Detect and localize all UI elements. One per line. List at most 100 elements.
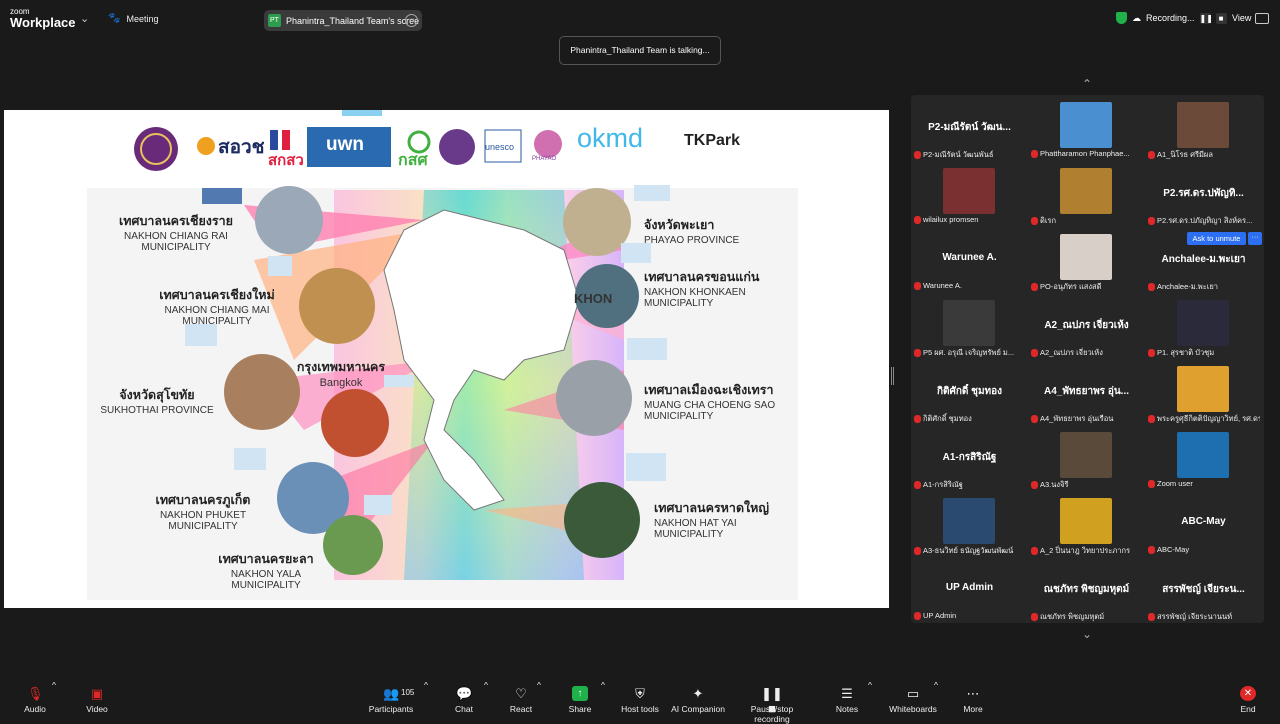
participant-tile[interactable]: A3-ธนวิทย์ ธนัญฐวัฒนพัฒน์ xyxy=(911,491,1028,557)
notes-label: Notes xyxy=(835,704,859,714)
share-label: Share xyxy=(568,704,592,714)
mic-muted-icon xyxy=(914,151,921,159)
more-icon: ⋯ xyxy=(966,686,980,701)
participant-name-label: P1. สุรชาติ บัวชุม xyxy=(1148,347,1260,359)
participant-tile[interactable]: A1_นิโรธ ศรีมีผล xyxy=(1145,95,1262,161)
ai-companion-button[interactable]: ✦ AI Companion xyxy=(670,680,726,720)
mic-muted-icon xyxy=(1031,149,1038,158)
logo-sorvor: สอวช xyxy=(218,137,265,158)
participant-name-label: พระครูศุธีกิตติปัญญาวิทย์, รศ.ดร. xyxy=(1148,413,1260,425)
participant-tile[interactable]: P5 ผศ. อรุณี เจริญทรัพย์ ม... xyxy=(911,293,1028,359)
view-layout-icon[interactable] xyxy=(1255,13,1269,24)
panel-resize-handle[interactable] xyxy=(891,367,894,385)
participant-tile[interactable]: A3.นงจิรี xyxy=(1028,425,1145,491)
logo-unesco: unesco xyxy=(485,142,515,152)
participant-video xyxy=(1177,300,1229,346)
participant-tile[interactable]: พระครูศุธีกิตติปัญญาวิทย์, รศ.ดร. xyxy=(1145,359,1262,425)
pause-recording-button[interactable]: ❚❚ ■ Pause/stop recording xyxy=(732,680,812,724)
mic-muted-icon xyxy=(1031,613,1038,621)
view-button[interactable]: View xyxy=(1232,13,1251,23)
host-tools-button[interactable]: ⛨ Host tools xyxy=(619,680,661,720)
logo-okmd: okmd xyxy=(577,123,644,153)
participant-tile[interactable]: กิติศักดิ์ ชุมทอง กิติศักดิ์ ชุมทอง xyxy=(911,359,1028,425)
participant-tile[interactable]: Zoom user xyxy=(1145,425,1262,491)
share-button[interactable]: ↑ Share xyxy=(567,680,593,720)
participant-tile[interactable]: P2.รศ.ดร.ปพัญทิ... P2.รศ.ดร.ปภัญทิญา สิงห… xyxy=(1145,161,1262,227)
participant-display-name: สรรพัชญ์ เจียระน... xyxy=(1162,584,1245,595)
video-button[interactable]: ▣ Video xyxy=(82,680,112,720)
paw-icon: 🐾 xyxy=(108,13,121,24)
notes-caret-icon[interactable]: ^ xyxy=(868,680,872,720)
participant-name-label: Anchalee-ม.พะเยา xyxy=(1148,281,1260,293)
chat-caret-icon[interactable]: ^ xyxy=(484,680,488,720)
participant-tile[interactable]: Phattharamon Phanphae... xyxy=(1028,95,1145,161)
stop-recording-icon[interactable]: ■ xyxy=(1215,12,1227,24)
shield-icon: ⛨ xyxy=(635,686,645,701)
participant-name: A_2 ปิ่นนาฎ วิทยาประภากร xyxy=(1040,546,1131,555)
mic-muted-icon xyxy=(1031,547,1038,555)
participant-video xyxy=(1060,102,1112,148)
screen-share-pill[interactable]: PT Phanintra_Thailand Team's scree ··· xyxy=(264,10,422,31)
participant-name: P5 ผศ. อรุณี เจริญทรัพย์ ม... xyxy=(923,348,1015,357)
participant-tile[interactable]: ดิเรก xyxy=(1028,161,1145,227)
participant-video xyxy=(943,300,995,346)
react-caret-icon[interactable]: ^ xyxy=(537,680,541,720)
participant-name-label: A3.นงจิรี xyxy=(1031,479,1143,491)
participant-tile[interactable]: สรรพัชญ์ เจียระน... สรรพัชญ์ เจียระนานนท์ xyxy=(1145,557,1262,623)
participant-display-name: Anchalee-ม.พะเยา xyxy=(1161,254,1246,265)
mic-muted-icon xyxy=(1031,481,1038,489)
participant-name: ABC-May xyxy=(1157,545,1190,554)
participant-name-label: PO-อนุภัทร แสงสดี xyxy=(1031,281,1143,293)
khon-label: KHON xyxy=(574,291,613,306)
scroll-up-icon[interactable]: ⌃ xyxy=(1082,77,1092,91)
scroll-down-icon[interactable]: ⌄ xyxy=(1082,627,1092,641)
ask-to-unmute-button[interactable]: Ask to unmute xyxy=(1187,232,1246,245)
participant-tile[interactable]: ณชภัทร พิชญมหุตม์ ณชภัทร พิชญมหุตม์ xyxy=(1028,557,1145,623)
participants-button[interactable]: 👥 Participants xyxy=(366,680,416,720)
chat-button[interactable]: 💬 Chat xyxy=(451,680,477,720)
share-caret-icon[interactable]: ^ xyxy=(601,680,605,720)
heart-icon: ♡ xyxy=(515,686,527,701)
participant-name: UP Admin xyxy=(923,611,957,620)
audio-button[interactable]: 🎙 Audio xyxy=(20,680,50,720)
share-label: Phanintra_Thailand Team's scree xyxy=(286,15,420,26)
participant-tile[interactable]: PO-อนุภัทร แสงสดี xyxy=(1028,227,1145,293)
participant-tile[interactable]: A1-กรสิริณัฐ A1-กรสิริณัฐ xyxy=(911,425,1028,491)
city-yala: เทศบาลนครยะลา NAKHON YALA MUNICIPALITY xyxy=(218,552,314,591)
participant-tile[interactable]: P2-มณีรัตน์ วัฒน... P2-มณีรัตน์ วัฒนพันธ์ xyxy=(911,95,1028,161)
participant-tile[interactable]: A4_พัทธยาพร อุ่น... A4_พัทธยาพร อุ่นเรือน xyxy=(1028,359,1145,425)
zoom-logo[interactable]: zoom Workplace xyxy=(10,8,76,30)
notes-button[interactable]: ☰ Notes xyxy=(834,680,860,720)
participant-video xyxy=(1060,498,1112,544)
more-label: More xyxy=(963,704,983,714)
mic-muted-icon xyxy=(1148,151,1155,159)
participant-tile[interactable]: UP Admin UP Admin xyxy=(911,557,1028,623)
end-button[interactable]: ✕ End xyxy=(1236,680,1260,720)
mic-muted-icon: 🎙 xyxy=(27,686,44,701)
more-options-icon[interactable]: ··· xyxy=(1248,232,1262,245)
participant-tile[interactable]: A_2 ปิ่นนาฎ วิทยาประภากร xyxy=(1028,491,1145,557)
participant-name-label: P5 ผศ. อรุณี เจริญทรัพย์ ม... xyxy=(914,347,1026,359)
city-chachoengsao: เทศบาลเมืองฉะเชิงเทรา MUANG CHA CHOENG S… xyxy=(644,383,776,422)
react-button[interactable]: ♡ React xyxy=(508,680,534,720)
whiteboards-button[interactable]: ▭ Whiteboards xyxy=(889,680,937,720)
city-hatyai: เทศบาลนครหาดใหญ่ NAKHON HAT YAI MUNICIPA… xyxy=(654,501,770,540)
participant-tile[interactable]: Warunee A. Warunee A. xyxy=(911,227,1028,293)
more-options-icon[interactable]: ··· xyxy=(405,14,418,27)
more-button[interactable]: ⋯ More xyxy=(960,680,986,720)
meeting-button[interactable]: 🐾 Meeting xyxy=(108,13,158,24)
participant-tile[interactable]: ABC-May ABC-May xyxy=(1145,491,1262,557)
participants-caret-icon[interactable]: ^ xyxy=(424,680,428,720)
chevron-down-icon[interactable]: ⌄ xyxy=(80,12,89,25)
shield-icon xyxy=(1116,12,1127,24)
participant-tile[interactable]: wilailux promsen xyxy=(911,161,1028,227)
participant-tile[interactable]: P1. สุรชาติ บัวชุม xyxy=(1145,293,1262,359)
pause-recording-icon[interactable]: ❚❚ xyxy=(1199,12,1213,24)
whiteboards-caret-icon[interactable]: ^ xyxy=(934,680,938,720)
participant-name-label: A_2 ปิ่นนาฎ วิทยาประภากร xyxy=(1031,545,1143,557)
participant-tile[interactable]: A2_ณปภร เจี่ยวเห้ง A2_ณปภร เจี่ยวเห้ง xyxy=(1028,293,1145,359)
audio-caret-icon[interactable]: ^ xyxy=(52,680,56,720)
participant-name: Warunee A. xyxy=(923,281,962,290)
participant-name-label: A4_พัทธยาพร อุ่นเรือน xyxy=(1031,413,1143,425)
participant-video xyxy=(1177,102,1229,148)
